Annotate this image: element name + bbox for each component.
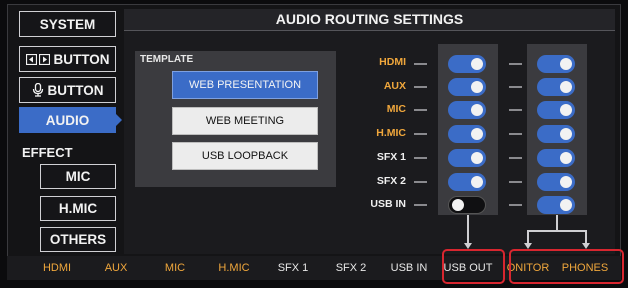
- monitor-arrow-stem: [556, 215, 558, 231]
- toggle-knob: [471, 152, 483, 164]
- effect-hmic-label: H.MIC: [58, 201, 98, 216]
- connector-dash: [414, 109, 427, 111]
- toggle-knob: [560, 81, 572, 93]
- toggle-knob: [471, 58, 483, 70]
- app-window: SYSTEM BUTTON BUTTON AUDIO EFFECT MIC H.…: [0, 0, 628, 288]
- toggle-knob: [471, 176, 483, 188]
- connector-dash: [509, 133, 522, 135]
- usb-out-arrow-line: [467, 215, 469, 244]
- bottom-label-aux: AUX: [104, 262, 128, 274]
- usb-out-highlight: [442, 249, 505, 284]
- template-label: TEMPLATE: [140, 54, 194, 65]
- source-label-aux: AUX: [383, 80, 406, 92]
- source-label-hdmi: HDMI: [379, 56, 406, 68]
- template-web-meeting-button[interactable]: WEB MEETING: [172, 107, 318, 135]
- bottom-label-hdmi: HDMI: [42, 262, 72, 274]
- connector-dash: [414, 86, 427, 88]
- bottom-label-usb-in: USB IN: [390, 262, 428, 274]
- monitor-toggle-0[interactable]: [537, 55, 575, 73]
- template-web-presentation-button[interactable]: WEB PRESENTATION: [172, 71, 318, 99]
- template-web-presentation-label: WEB PRESENTATION: [188, 79, 302, 91]
- active-pointer-icon: [116, 114, 122, 126]
- source-label-sfx2: SFX 2: [376, 175, 406, 187]
- usb-out-toggle-2[interactable]: [448, 101, 486, 119]
- left-arrow-box-icon: [25, 53, 37, 65]
- sidebar-system-button[interactable]: SYSTEM: [19, 11, 116, 37]
- sidebar-system-label: SYSTEM: [39, 16, 96, 32]
- usb-out-toggle-3[interactable]: [448, 125, 486, 143]
- monitor-toggle-1[interactable]: [537, 78, 575, 96]
- bottom-label-sfx2: SFX 2: [335, 262, 367, 274]
- microphone-icon: [32, 83, 43, 97]
- toggle-knob: [560, 58, 572, 70]
- toggle-knob: [560, 176, 572, 188]
- effect-mic-label: MIC: [65, 169, 91, 184]
- page-title: AUDIO ROUTING SETTINGS: [124, 9, 615, 31]
- toggle-knob: [452, 199, 464, 211]
- connector-dash: [414, 181, 427, 183]
- source-label-usb-in: USB IN: [370, 198, 406, 210]
- toggle-knob: [560, 152, 572, 164]
- connector-dash: [414, 204, 427, 206]
- left-right-icon: [25, 53, 50, 65]
- usb-out-toggle-1[interactable]: [448, 78, 486, 96]
- sidebar-audio-button[interactable]: AUDIO: [19, 107, 116, 133]
- usb-out-toggle-5[interactable]: [448, 173, 486, 191]
- monitor-toggle-4[interactable]: [537, 149, 575, 167]
- connector-dash: [509, 181, 522, 183]
- connector-dash: [414, 63, 427, 65]
- sidebar-button-label: BUTTON: [53, 51, 110, 67]
- connector-dash: [509, 109, 522, 111]
- monitor-toggle-5[interactable]: [537, 173, 575, 191]
- template-web-meeting-label: WEB MEETING: [205, 115, 285, 127]
- connector-dash: [509, 63, 522, 65]
- sidebar-mic-button-button[interactable]: BUTTON: [19, 77, 116, 103]
- template-usb-loopback-button[interactable]: USB LOOPBACK: [172, 142, 318, 170]
- usb-out-toggle-4[interactable]: [448, 149, 486, 167]
- sidebar-button2-label: BUTTON: [47, 82, 104, 98]
- source-label-sfx1: SFX 1: [376, 151, 406, 163]
- bottom-label-sfx1: SFX 1: [277, 262, 309, 274]
- toggle-knob: [560, 128, 572, 140]
- monitor-toggle-3[interactable]: [537, 125, 575, 143]
- monitor-toggle-2[interactable]: [537, 101, 575, 119]
- right-arrow-box-icon: [38, 53, 50, 65]
- effect-others-label: OTHERS: [49, 232, 107, 247]
- monitor-arrow-left-line: [527, 230, 529, 244]
- toggle-knob: [471, 104, 483, 116]
- source-label-mic: MIC: [386, 103, 406, 115]
- connector-dash: [414, 133, 427, 135]
- monitor-phones-highlight: [509, 249, 624, 284]
- template-usb-loopback-label: USB LOOPBACK: [201, 150, 289, 162]
- toggle-knob: [471, 128, 483, 140]
- usb-out-toggle-6[interactable]: [448, 196, 486, 214]
- monitor-toggle-6[interactable]: [537, 196, 575, 214]
- toggle-knob: [560, 199, 572, 211]
- toggle-knob: [471, 81, 483, 93]
- connector-dash: [509, 157, 522, 159]
- connector-dash: [414, 157, 427, 159]
- bottom-label-mic: MIC: [164, 262, 186, 274]
- effect-others-button[interactable]: OTHERS: [40, 227, 116, 252]
- connector-dash: [509, 204, 522, 206]
- effect-hmic-button[interactable]: H.MIC: [40, 196, 116, 221]
- source-label-hmic: H.MIC: [376, 127, 406, 139]
- toggle-knob: [560, 104, 572, 116]
- sidebar-button-button[interactable]: BUTTON: [19, 46, 116, 72]
- effect-heading: EFFECT: [22, 145, 73, 160]
- monitor-arrow-split: [527, 230, 587, 232]
- connector-dash: [509, 86, 522, 88]
- monitor-arrow-right-line: [585, 230, 587, 244]
- usb-out-toggle-0[interactable]: [448, 55, 486, 73]
- effect-mic-button[interactable]: MIC: [40, 164, 116, 189]
- sidebar-audio-label: AUDIO: [45, 112, 90, 128]
- bottom-label-hmic: H.MIC: [218, 262, 250, 274]
